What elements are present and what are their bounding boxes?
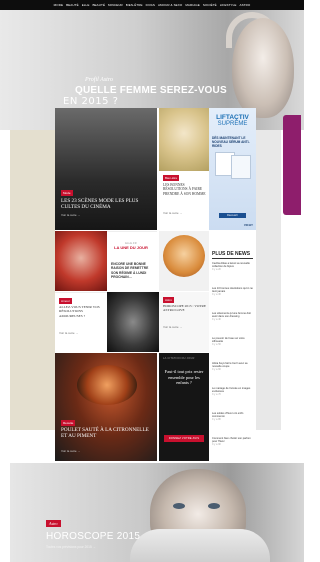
une-label: LA UNE DU JOUR	[114, 245, 148, 250]
nav-item-beaute-2[interactable]: BEAUTÉ	[92, 3, 105, 7]
nav-item-societe[interactable]: SOCIÉTÉ	[203, 3, 217, 7]
news-meta: Il y a 6h	[212, 368, 222, 372]
tile-tag: Mode	[61, 190, 73, 196]
tile-resolutions[interactable]: Bien-être Les bonnes résolutions à faire…	[159, 108, 209, 230]
news-divider	[212, 258, 253, 259]
tile-title[interactable]: Les bonnes résolutions à faire prendre à…	[163, 183, 207, 196]
tile-poulet[interactable]: Recette Poulet sauté à la citronnelle et…	[55, 353, 157, 461]
ad-logo: VICHY	[243, 223, 253, 227]
right-background-band	[256, 130, 281, 430]
news-item[interactable]: Les 10 bonnes résolutions qu'on ne tient…	[212, 287, 254, 297]
banner-eye-left	[173, 503, 185, 509]
banner-subtitle[interactable]: Toutes vos prévisions pour 2015 →	[46, 545, 96, 549]
news-item[interactable]: Alicia Keys fait le buzz avec sa nouvell…	[212, 362, 254, 372]
ad-brand: LIFTACTIV	[216, 114, 249, 121]
nav-item-beaute[interactable]: BEAUTÉ	[66, 3, 79, 7]
ad-brand-sub: SUPRÊME	[217, 121, 248, 127]
horoscope-banner[interactable]: Astro HOROSCOPE 2015 Toutes vos prévisio…	[10, 463, 304, 562]
news-item[interactable]: Le pouvoir de l'eau sur votre silhouette…	[212, 337, 254, 347]
tile-image-cake[interactable]	[159, 231, 209, 291]
hero-title[interactable]: QUELLE FEMME SEREZ-VOUS	[75, 85, 227, 96]
nav-item-lifestyle[interactable]: LIFESTYLE	[220, 3, 237, 7]
tile-image-couple[interactable]	[107, 292, 159, 352]
nav-item-mode[interactable]: MODE	[54, 3, 63, 7]
tile-tag: Bien-être	[163, 175, 180, 181]
tile-image	[159, 108, 209, 171]
hero-profil-label: Profil Astro	[85, 77, 113, 83]
tile-horoscope-love[interactable]: Astro Horoscope 2015 : votre astro love …	[159, 292, 209, 352]
read-more-link[interactable]: Voir la suite →	[61, 449, 80, 453]
tile-title[interactable]: Horoscope 2015 : votre astro love	[163, 304, 207, 313]
news-sidebar: PLUS DE NEWS Cecilia Attias a lancé sa n…	[209, 248, 256, 463]
nav-item-minceur[interactable]: MINCEUR	[108, 3, 123, 7]
tile-title[interactable]: Allez-vous tenir vos résolutions amoureu…	[59, 305, 103, 318]
news-meta: Il y a 8h	[212, 418, 222, 422]
news-meta: Il y a 5h	[212, 343, 222, 347]
nav-item-mariage[interactable]: MARIAGE	[185, 3, 200, 7]
news-item[interactable]: Cecilia Attias a lancé sa nouvelle colle…	[212, 262, 254, 272]
news-meta: Il y a 9h	[212, 443, 222, 447]
tile-tag: Recette	[61, 420, 76, 426]
news-item[interactable]: Comment bien choisir son parfum pour l'h…	[212, 437, 254, 447]
citation-label: LA CITATION DU JOUR	[163, 357, 195, 360]
tile-title[interactable]: Encore une bonne raison de remettre son …	[111, 262, 155, 280]
top-nav: MODE BEAUTÉ ELLE BEAUTÉ MINCEUR BIEN-ÊTR…	[0, 0, 304, 10]
tile-amour[interactable]: Amour Allez-vous tenir vos résolutions a…	[55, 292, 107, 353]
ad-cta-button[interactable]: Découvrir	[219, 213, 246, 218]
nav-item-amour[interactable]: AMOUR & SEXO	[158, 3, 182, 7]
main-content-grid: Mode Les 23 scènes mode les plus cultes …	[55, 108, 256, 463]
read-more-link[interactable]: Voir la suite →	[61, 213, 80, 217]
news-meta: Il y a 3h	[212, 293, 222, 297]
nav-item-divas[interactable]: DIVAS	[146, 3, 155, 7]
side-promo-tab[interactable]	[283, 115, 301, 215]
news-meta: Il y a 4h	[212, 318, 222, 322]
nav-item-bien-etre[interactable]: BIEN-ÊTRE	[126, 3, 143, 7]
tile-une-du-jour[interactable]: ELLE.FR LA UNE DU JOUR Encore une bonne …	[107, 231, 157, 292]
banner-eye-right	[208, 503, 220, 509]
news-heading: PLUS DE NEWS	[212, 251, 251, 257]
read-more-link[interactable]: Voir la suite →	[163, 325, 182, 329]
banner-tag: Astro	[46, 520, 61, 527]
news-meta: Il y a 2h	[212, 268, 222, 272]
page: MODE BEAUTÉ ELLE BEAUTÉ MINCEUR BIEN-ÊTR…	[0, 0, 304, 562]
tile-tag: Astro	[163, 297, 175, 303]
cake-image	[163, 235, 205, 277]
une-heading: ELLE.FR LA UNE DU JOUR	[113, 242, 149, 250]
tile-tag: Amour	[59, 298, 72, 304]
dish-image	[77, 365, 137, 405]
tile-cinema[interactable]: Mode Les 23 scènes mode les plus cultes …	[55, 108, 157, 230]
read-more-link[interactable]: Voir la suite →	[59, 331, 78, 335]
banner-title[interactable]: HOROSCOPE 2015	[46, 531, 140, 542]
nav-item-astro[interactable]: ASTRO	[239, 3, 250, 7]
news-item[interactable]: Les vêtements qu'une femme doit avoir da…	[212, 312, 254, 322]
hero-face-image	[232, 18, 294, 118]
tile-image-love[interactable]	[55, 231, 107, 291]
ad-liftactiv[interactable]: LIFTACTIV SUPRÊME DÈS MAINTENANT LE NOUV…	[209, 108, 256, 230]
read-more-link[interactable]: Voir la suite →	[163, 211, 182, 215]
citation-quote: Faut-il tout prix rester ensemble pour l…	[164, 369, 204, 386]
left-background-band	[10, 130, 55, 430]
news-item[interactable]: Les soldes d'hiver ont enfin commencé Il …	[212, 412, 254, 422]
give-opinion-button[interactable]: DONNEZ VOTRE AVIS	[164, 435, 204, 442]
ad-text: DÈS MAINTENANT LE NOUVEAU SÉRUM ANTI-RID…	[212, 136, 250, 148]
news-item[interactable]: Le mariage de l'année en images exclusiv…	[212, 387, 254, 397]
nav-item-elle[interactable]: ELLE	[82, 3, 90, 7]
banner-fur-hood	[130, 529, 270, 562]
news-meta: Il y a 7h	[212, 393, 222, 397]
tile-title[interactable]: Les 23 scènes mode les plus cultes du ci…	[61, 198, 153, 210]
hero-subtitle: EN 2015 ?	[63, 96, 119, 107]
tile-citation: LA CITATION DU JOUR Faut-il tout prix re…	[159, 353, 209, 461]
tile-title[interactable]: Poulet sauté à la citronnelle et au pime…	[61, 427, 153, 439]
ad-product-box-2	[231, 155, 251, 179]
